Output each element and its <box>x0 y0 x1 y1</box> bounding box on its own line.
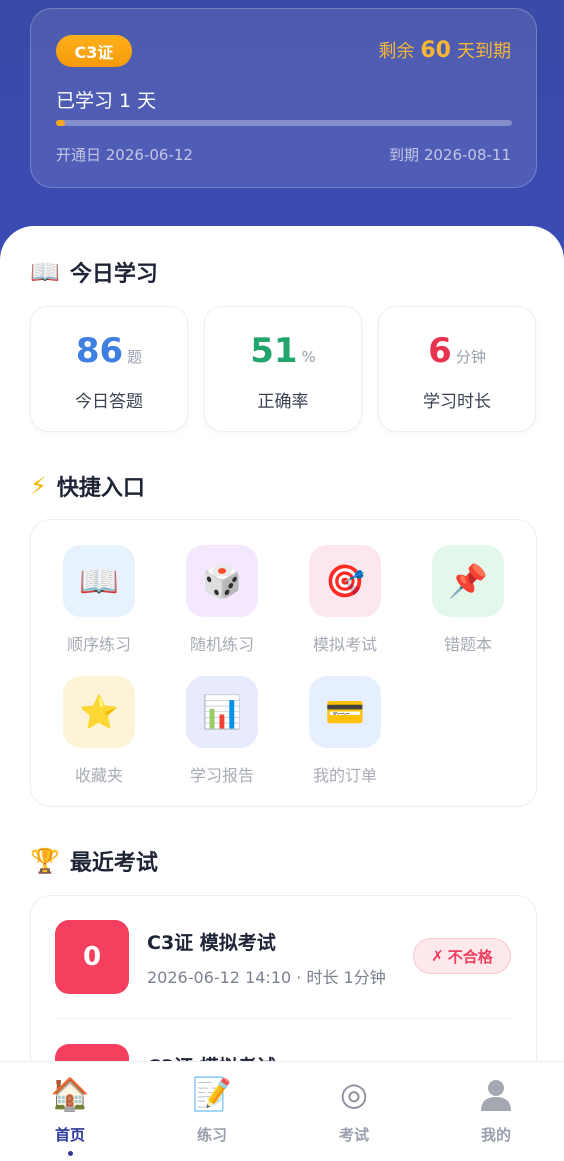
open-book-icon: 📖 <box>30 258 60 286</box>
quick-item-label: 错题本 <box>443 635 492 654</box>
quick-item-mock-exam[interactable]: 🎯 模拟考试 <box>295 545 395 655</box>
remaining-days-count: 60 <box>420 38 451 63</box>
target-icon: ◎ <box>340 1075 368 1113</box>
validity-progress-bar <box>56 120 512 126</box>
quick-entry-panel: 📖 顺序练习 🎲 随机练习 🎯 模拟考试 📌 错题本 ⭐ 收藏夹 📊 学习报告 … <box>30 519 537 807</box>
section-title-today: 📖 今日学习 <box>30 257 158 287</box>
quick-item-label: 随机练习 <box>189 635 254 654</box>
stat-value: 51 <box>250 331 298 371</box>
quick-item-wrong-book[interactable]: 📌 错题本 <box>418 545 518 655</box>
divider <box>55 1018 512 1019</box>
stat-unit: 题 <box>127 348 143 366</box>
quick-item-label: 收藏夹 <box>74 766 123 785</box>
status-badge: ✗ 不合格 <box>413 938 511 974</box>
open-date: 开通日 2026-06-12 <box>56 146 193 164</box>
memo-icon: 📝 <box>192 1075 232 1113</box>
dice-icon: 🎲 <box>186 545 258 617</box>
tab-practice[interactable]: 📝 练习 <box>162 1074 262 1145</box>
stat-unit: 分钟 <box>455 348 486 366</box>
bottom-tab-bar: 🏠 首页 📝 练习 ◎ 考试 我的 <box>0 1061 564 1161</box>
quick-item-report[interactable]: 📊 学习报告 <box>172 676 272 786</box>
book-icon: 📖 <box>63 545 135 617</box>
subscription-card[interactable]: C3证 剩余 60 天到期 已学习 1 天 开通日 2026-06-12 到期 … <box>30 8 537 188</box>
quick-item-random[interactable]: 🎲 随机练习 <box>172 545 272 655</box>
status-text: 不合格 <box>447 947 493 966</box>
exam-score[interactable]: 0 <box>55 920 129 994</box>
tab-label: 练习 <box>196 1126 227 1144</box>
house-icon: 🏠 <box>50 1075 90 1113</box>
quick-item-orders[interactable]: 💳 我的订单 <box>295 676 395 786</box>
lightning-icon: ⚡ <box>30 472 47 500</box>
remaining-suffix: 天到期 <box>457 41 511 62</box>
stat-value-row: 51 % <box>205 331 361 371</box>
tab-label: 考试 <box>338 1126 369 1144</box>
credit-card-icon: 💳 <box>309 676 381 748</box>
exam-meta: 2026-06-12 14:10 · 时长 1分钟 <box>147 968 386 987</box>
today-title: 今日学习 <box>69 262 158 287</box>
stat-card-duration[interactable]: 6 分钟 学习时长 <box>378 306 536 432</box>
stat-label: 学习时长 <box>423 392 491 412</box>
stat-unit: % <box>301 348 316 366</box>
quick-title: 快捷入口 <box>56 476 145 501</box>
quick-item-label: 我的订单 <box>312 766 377 785</box>
quick-item-label: 顺序练习 <box>66 635 131 654</box>
bar-chart-icon: 📊 <box>186 676 258 748</box>
cross-icon: ✗ <box>431 947 444 965</box>
license-badge: C3证 <box>56 35 132 67</box>
trophy-icon: 🏆 <box>30 847 60 875</box>
stat-value-row: 6 分钟 <box>379 331 535 371</box>
user-icon-svg <box>481 1080 511 1111</box>
star-icon: ⭐ <box>63 676 135 748</box>
section-title-recent: 🏆 最近考试 <box>30 846 158 876</box>
validity-progress-fill <box>56 120 66 126</box>
stat-label: 今日答题 <box>75 392 143 412</box>
quick-item-label: 模拟考试 <box>312 635 377 654</box>
stat-value: 86 <box>75 331 124 371</box>
user-icon <box>476 1074 516 1114</box>
target-icon: 🎯 <box>309 545 381 617</box>
pushpin-icon: 📌 <box>432 545 504 617</box>
exam-name[interactable]: C3证 模拟考试 <box>147 928 276 955</box>
quick-item-favorites[interactable]: ⭐ 收藏夹 <box>49 676 149 786</box>
tab-label: 首页 <box>54 1126 85 1144</box>
learned-days: 已学习 1 天 <box>56 90 157 112</box>
active-indicator <box>67 1151 73 1156</box>
tab-home[interactable]: 🏠 首页 <box>20 1074 120 1156</box>
stat-card-accuracy[interactable]: 51 % 正确率 <box>204 306 362 432</box>
due-date: 到期 2026-08-11 <box>389 146 511 164</box>
quick-item-label: 学习报告 <box>189 766 254 785</box>
tab-label: 我的 <box>480 1126 511 1144</box>
section-title-quick: ⚡ 快捷入口 <box>30 471 145 501</box>
tab-exam[interactable]: ◎ 考试 <box>304 1074 404 1145</box>
quick-item-sequential[interactable]: 📖 顺序练习 <box>49 545 149 655</box>
stat-value-row: 86 题 <box>31 331 187 371</box>
stat-value: 6 <box>428 331 452 371</box>
stat-label: 正确率 <box>257 392 309 412</box>
remaining-days: 剩余 60 天到期 <box>378 35 511 67</box>
stat-card-answered[interactable]: 86 题 今日答题 <box>30 306 188 432</box>
remaining-prefix: 剩余 <box>378 41 415 62</box>
tab-mine[interactable]: 我的 <box>446 1074 546 1145</box>
recent-title: 最近考试 <box>69 851 158 876</box>
